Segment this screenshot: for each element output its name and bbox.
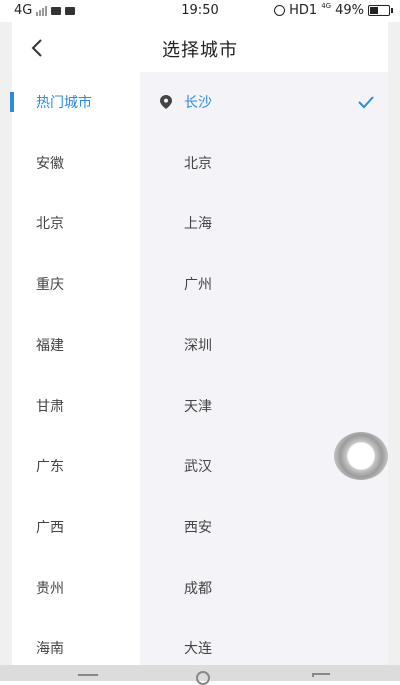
battery-percent: 49% [335, 3, 364, 18]
province-label: 海南 [36, 641, 64, 658]
hd-label: HD1 [289, 3, 318, 18]
province-label: 福建 [36, 337, 64, 354]
city-item[interactable]: 上海 [140, 193, 388, 253]
province-item[interactable]: 重庆 [12, 254, 140, 314]
city-label: 上海 [184, 216, 212, 233]
city-list: 长沙北京上海广州深圳天津武汉西安成都大连 [140, 72, 388, 665]
page-title: 选择城市 [162, 40, 238, 61]
city-label: 深圳 [184, 337, 212, 354]
city-item[interactable]: 天津 [140, 376, 388, 436]
province-label: 广东 [36, 459, 64, 476]
city-label: 长沙 [184, 95, 212, 111]
network-small: 4G [321, 1, 332, 10]
province-item[interactable]: 安徽 [12, 133, 140, 193]
city-label: 广州 [184, 277, 212, 294]
province-label: 甘肃 [36, 398, 64, 415]
city-label: 北京 [184, 155, 212, 172]
province-item[interactable]: 广西 [12, 497, 140, 557]
home-nav-icon[interactable] [196, 671, 210, 685]
city-item[interactable]: 深圳 [140, 315, 388, 375]
province-item[interactable]: 福建 [12, 315, 140, 375]
province-item[interactable]: 广东 [12, 436, 140, 496]
back-nav-icon[interactable] [312, 673, 330, 677]
battery-fill [370, 7, 378, 14]
province-item[interactable]: 热门城市 [10, 72, 140, 132]
battery-icon [368, 5, 393, 16]
province-label: 贵州 [36, 580, 64, 597]
menu-nav-icon[interactable] [78, 674, 98, 676]
city-item[interactable]: 西安 [140, 497, 388, 557]
city-label: 天津 [184, 398, 212, 415]
province-item[interactable]: 甘肃 [12, 376, 140, 436]
active-indicator [10, 92, 14, 112]
checkmark-icon [358, 96, 374, 109]
city-item[interactable]: 北京 [140, 133, 388, 193]
left-edge [0, 22, 12, 665]
province-label: 热门城市 [36, 95, 92, 111]
header: 选择城市 [0, 22, 400, 72]
status-bar: 4G 19:50 HD1 4G 49% [0, 0, 400, 22]
city-label: 成都 [184, 580, 212, 597]
alarm-icon [274, 5, 286, 16]
assistive-touch-icon[interactable] [334, 432, 388, 480]
province-item[interactable]: 贵州 [12, 558, 140, 618]
city-label: 武汉 [184, 459, 212, 476]
city-label: 西安 [184, 519, 212, 536]
province-label: 广西 [36, 519, 64, 536]
city-item[interactable]: 长沙 [140, 72, 388, 132]
province-label: 北京 [36, 216, 64, 233]
system-nav-bar [0, 665, 400, 685]
right-edge [388, 22, 400, 665]
province-label: 重庆 [36, 277, 64, 294]
city-label: 大连 [184, 641, 212, 658]
location-pin-icon [160, 95, 172, 109]
province-label: 安徽 [36, 155, 64, 172]
province-item[interactable]: 北京 [12, 193, 140, 253]
city-item[interactable]: 广州 [140, 254, 388, 314]
city-item[interactable]: 成都 [140, 558, 388, 618]
province-list: 热门城市安徽北京重庆福建甘肃广东广西贵州海南 [10, 72, 140, 665]
status-right: HD1 4G 49% [274, 1, 393, 18]
